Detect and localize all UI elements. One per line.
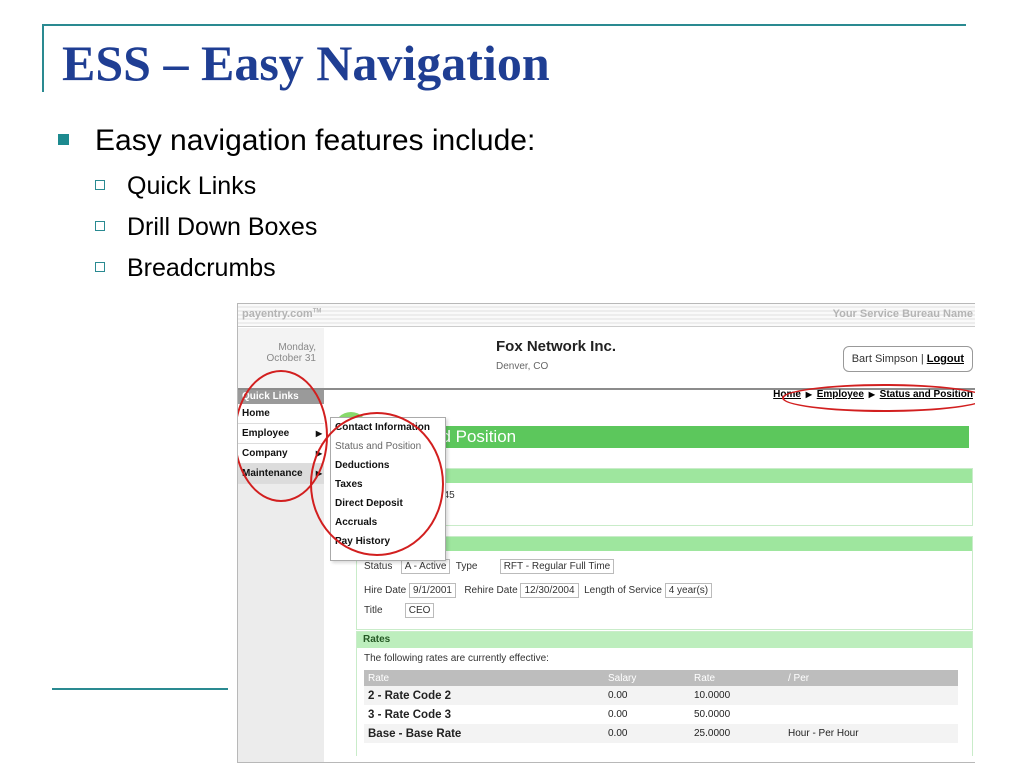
col-salary: Salary — [604, 670, 690, 686]
panel-header-bar — [357, 469, 972, 483]
company-name: Fox Network Inc. — [496, 338, 617, 355]
slide-frame-bottom-line — [52, 688, 228, 690]
slide-frame-top-line — [42, 24, 966, 26]
sub-bullet-breadcrumbs: Breadcrumbs — [95, 254, 276, 283]
sub-bullet-quick-links: Quick Links — [95, 172, 256, 201]
col-rate: Rate — [364, 670, 604, 686]
square-bullet-icon — [58, 133, 69, 145]
rehire-date-value: 12/30/2004 — [520, 583, 579, 598]
company-city: Denver, CO — [496, 361, 549, 372]
service-bureau-name: Your Service Bureau Name — [832, 308, 973, 320]
app-screenshot: payentry.comTM Your Service Bureau Name … — [237, 303, 975, 763]
main-bullet: Easy navigation features include: — [58, 124, 535, 158]
slide-title: ESS – Easy Navigation — [62, 35, 550, 91]
status-value: A - Active — [400, 559, 451, 574]
rates-note: The following rates are currently effect… — [364, 653, 549, 664]
dates-row: Hire Date 9/1/2001 Rehire Date 12/30/200… — [364, 583, 713, 598]
status-row: Status A - Active Type RFT - Regular Ful… — [364, 559, 615, 574]
drill-down-highlight-ellipse — [310, 412, 444, 556]
length-of-service-value: 4 year(s) — [664, 583, 713, 598]
panel-header-bar — [357, 537, 972, 551]
hollow-square-bullet-icon — [95, 180, 105, 191]
main-bullet-text: Easy navigation features include: — [95, 124, 536, 157]
table-row: Base - Base Rate 0.00 25.0000 Hour - Per… — [364, 724, 958, 743]
sub-bullet-drill-down: Drill Down Boxes — [95, 213, 317, 242]
hire-date-value: 9/1/2001 — [409, 583, 456, 598]
rates-header-row: Rate Salary Rate / Per — [364, 670, 958, 686]
type-value: RFT - Regular Full Time — [499, 559, 615, 574]
slide-frame-left-line — [42, 24, 44, 92]
brand-logo: payentry.comTM — [242, 308, 322, 320]
hollow-square-bullet-icon — [95, 221, 105, 232]
title-row: Title CEO — [364, 603, 435, 618]
table-row: 2 - Rate Code 2 0.00 10.0000 — [364, 686, 958, 705]
title-value: CEO — [404, 603, 435, 618]
col-rate-amount: Rate — [690, 670, 784, 686]
user-name: Bart Simpson — [851, 353, 918, 365]
table-row: 3 - Rate Code 3 0.00 50.0000 — [368, 708, 731, 721]
app-top-bar: payentry.comTM Your Service Bureau Name — [238, 304, 975, 327]
logout-link[interactable]: Logout — [927, 353, 964, 365]
rates-label: Rates — [357, 632, 972, 648]
breadcrumb-highlight-ellipse — [782, 384, 975, 412]
user-box: Bart Simpson | Logout — [842, 346, 973, 372]
rates-table: Rate Salary Rate / Per 2 - Rate Code 2 0… — [364, 670, 958, 743]
hollow-square-bullet-icon — [95, 262, 105, 273]
col-per: / Per — [784, 670, 958, 686]
page-heading: nd Position — [428, 426, 969, 448]
